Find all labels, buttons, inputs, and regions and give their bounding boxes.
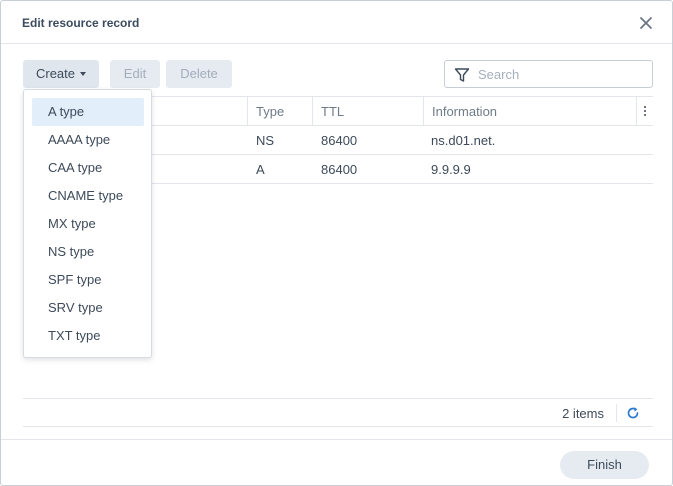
menu-item-a-type[interactable]: A type xyxy=(32,98,144,126)
cell-ttl: 86400 xyxy=(321,133,358,148)
menu-item-caa-type[interactable]: CAA type xyxy=(32,154,144,182)
cell-information: ns.d01.net. xyxy=(431,133,496,148)
close-icon[interactable] xyxy=(638,15,654,31)
delete-button[interactable]: Delete xyxy=(166,60,232,88)
column-header-type[interactable]: Type xyxy=(256,104,284,119)
column-header-ttl[interactable]: TTL xyxy=(321,104,344,119)
menu-item-srv-type[interactable]: SRV type xyxy=(32,294,144,322)
menu-item-ns-type[interactable]: NS type xyxy=(32,238,144,266)
search-input[interactable] xyxy=(478,65,646,83)
cell-type: A xyxy=(256,162,265,177)
item-count: 2 items xyxy=(562,406,604,421)
edit-resource-record-dialog: Edit resource record Create Edit Delete … xyxy=(0,0,673,486)
refresh-icon[interactable] xyxy=(626,406,640,420)
caret-down-icon xyxy=(80,72,87,76)
column-header-information[interactable]: Information xyxy=(432,104,497,119)
column-divider xyxy=(312,97,313,125)
menu-item-txt-type[interactable]: TXT type xyxy=(32,322,144,350)
dialog-footer: Finish xyxy=(1,439,672,485)
dialog-title: Edit resource record xyxy=(22,16,140,30)
create-button-label: Create xyxy=(35,66,76,81)
finish-button[interactable]: Finish xyxy=(560,451,649,479)
menu-item-aaaa-type[interactable]: AAAA type xyxy=(32,126,144,154)
cell-type: NS xyxy=(256,133,275,148)
menu-item-mx-type[interactable]: MX type xyxy=(32,210,144,238)
menu-item-cname-type[interactable]: CNAME type xyxy=(32,182,144,210)
menu-item-spf-type[interactable]: SPF type xyxy=(32,266,144,294)
search-box[interactable] xyxy=(444,60,653,88)
table-footer: 2 items xyxy=(23,398,653,427)
vertical-dots-icon[interactable] xyxy=(637,97,653,125)
create-menu: A type AAAA type CAA type CNAME type MX … xyxy=(23,89,152,358)
dialog-titlebar: Edit resource record xyxy=(1,1,672,44)
footer-divider xyxy=(616,404,617,422)
edit-button[interactable]: Edit xyxy=(110,60,160,88)
filter-icon xyxy=(454,67,470,83)
cell-information: 9.9.9.9 xyxy=(431,162,471,177)
column-divider xyxy=(247,97,248,125)
column-divider xyxy=(423,97,424,125)
create-button[interactable]: Create xyxy=(23,60,99,88)
cell-ttl: 86400 xyxy=(321,162,358,177)
